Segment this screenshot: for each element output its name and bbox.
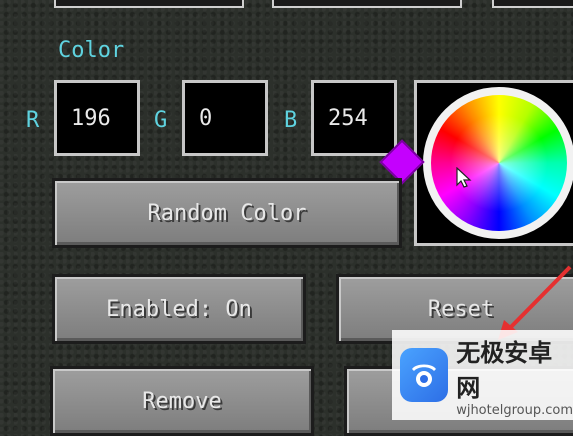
watermark-url: wjhotelgroup.com [456,402,573,418]
top-field-middle[interactable] [272,0,462,8]
top-field-right[interactable] [492,0,573,8]
blue-value-field[interactable]: 254 [311,80,397,156]
red-channel-label: R [26,108,40,133]
green-value-field[interactable]: 0 [182,80,268,156]
watermark: 无极安卓网 wjhotelgroup.com [392,330,573,420]
top-field-left[interactable] [54,0,244,8]
remove-button[interactable]: Remove [50,366,314,436]
watermark-logo-icon [400,348,449,402]
random-color-button[interactable]: Random Color [52,178,402,248]
green-channel-label: G [154,108,168,133]
color-section-label: Color [58,38,125,63]
enabled-toggle-button[interactable]: Enabled: On [52,274,306,344]
watermark-brand: 无极安卓网 [456,338,553,402]
red-value-field[interactable]: 196 [54,80,140,156]
mouse-cursor-icon [456,167,472,188]
color-wheel[interactable] [423,87,573,239]
color-wheel-picker[interactable] [414,80,573,246]
blue-channel-label: B [284,108,298,133]
